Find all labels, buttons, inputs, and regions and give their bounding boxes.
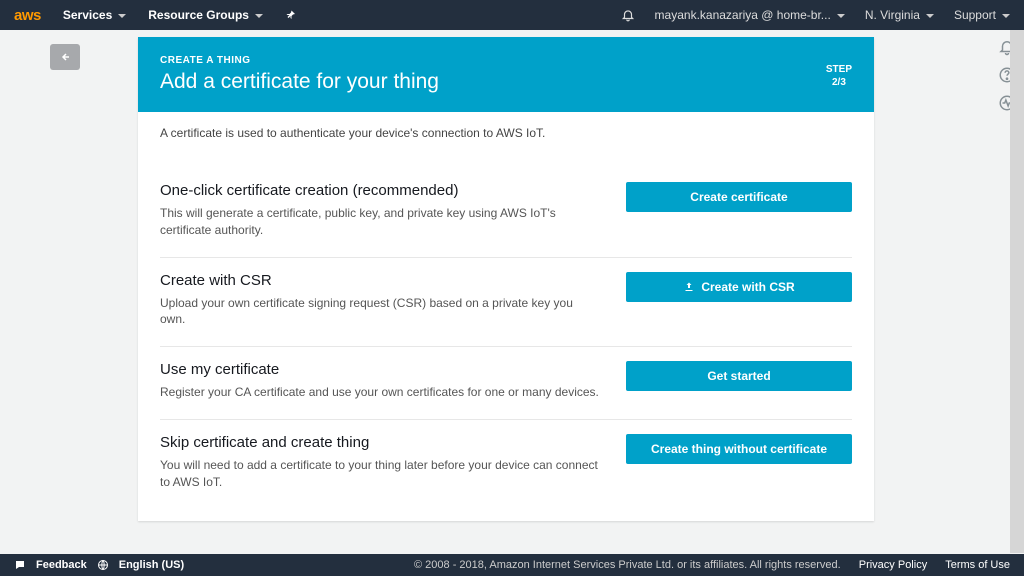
- chevron-down-icon: [118, 14, 126, 18]
- pin-icon[interactable]: [285, 9, 297, 21]
- get-started-label: Get started: [707, 369, 770, 383]
- my-cert-title: Use my certificate: [160, 361, 600, 378]
- services-menu[interactable]: Services: [63, 8, 126, 22]
- feedback-link[interactable]: Feedback: [36, 559, 87, 571]
- chevron-down-icon: [926, 14, 934, 18]
- privacy-link[interactable]: Privacy Policy: [859, 559, 927, 571]
- csr-desc: Upload your own certificate signing requ…: [160, 295, 600, 329]
- skip-title: Skip certificate and create thing: [160, 434, 600, 451]
- globe-icon: [97, 559, 109, 571]
- section-one-click: One-click certificate creation (recommen…: [160, 168, 852, 258]
- scrollbar-thumb[interactable]: [1010, 30, 1024, 553]
- vertical-scrollbar[interactable]: [1010, 30, 1024, 553]
- top-nav: aws Services Resource Groups mayank.kana…: [0, 0, 1024, 30]
- step-label: STEP: [826, 63, 852, 76]
- one-click-desc: This will generate a certificate, public…: [160, 205, 600, 239]
- account-menu[interactable]: mayank.kanazariya @ home-br...: [655, 8, 845, 22]
- resource-groups-menu[interactable]: Resource Groups: [148, 8, 263, 22]
- intro-text: A certificate is used to authenticate yo…: [160, 126, 852, 140]
- section-skip: Skip certificate and create thing You wi…: [160, 420, 852, 521]
- my-cert-desc: Register your CA certificate and use you…: [160, 384, 600, 401]
- csr-title: Create with CSR: [160, 272, 600, 289]
- section-csr: Create with CSR Upload your own certific…: [160, 258, 852, 348]
- services-label: Services: [63, 8, 112, 22]
- region-menu[interactable]: N. Virginia: [865, 8, 934, 22]
- wizard-card: CREATE A THING Add a certificate for you…: [138, 37, 874, 521]
- region-label: N. Virginia: [865, 8, 920, 22]
- one-click-title: One-click certificate creation (recommen…: [160, 182, 600, 199]
- page-body: CREATE A THING Add a certificate for you…: [0, 30, 1024, 534]
- back-button[interactable]: [50, 44, 80, 70]
- wizard-body: A certificate is used to authenticate yo…: [138, 112, 874, 521]
- chevron-down-icon: [837, 14, 845, 18]
- terms-link[interactable]: Terms of Use: [945, 559, 1010, 571]
- wizard-super: CREATE A THING: [160, 55, 852, 66]
- upload-icon: [683, 281, 695, 293]
- aws-logo[interactable]: aws: [14, 7, 41, 24]
- skip-button-label: Create thing without certificate: [651, 442, 827, 456]
- chevron-down-icon: [1002, 14, 1010, 18]
- language-selector[interactable]: English (US): [119, 559, 184, 571]
- support-menu[interactable]: Support: [954, 8, 1010, 22]
- create-certificate-button[interactable]: Create certificate: [626, 182, 852, 212]
- footer: Feedback English (US) © 2008 - 2018, Ama…: [0, 554, 1024, 576]
- step-value: 2/3: [826, 76, 852, 89]
- skip-desc: You will need to add a certificate to yo…: [160, 457, 600, 491]
- create-certificate-label: Create certificate: [690, 190, 787, 204]
- section-my-cert: Use my certificate Register your CA cert…: [160, 347, 852, 420]
- page-title: Add a certificate for your thing: [160, 70, 852, 94]
- support-label: Support: [954, 8, 996, 22]
- legal-text: © 2008 - 2018, Amazon Internet Services …: [414, 559, 841, 571]
- account-label: mayank.kanazariya @ home-br...: [655, 8, 831, 22]
- get-started-button[interactable]: Get started: [626, 361, 852, 391]
- chevron-down-icon: [255, 14, 263, 18]
- wizard-step: STEP 2/3: [826, 63, 852, 89]
- feedback-icon: [14, 559, 26, 571]
- wizard-header: CREATE A THING Add a certificate for you…: [138, 37, 874, 112]
- create-with-csr-button[interactable]: Create with CSR: [626, 272, 852, 302]
- create-thing-without-certificate-button[interactable]: Create thing without certificate: [626, 434, 852, 464]
- create-with-csr-label: Create with CSR: [701, 280, 794, 294]
- notification-icon[interactable]: [621, 8, 635, 22]
- resource-groups-label: Resource Groups: [148, 8, 249, 22]
